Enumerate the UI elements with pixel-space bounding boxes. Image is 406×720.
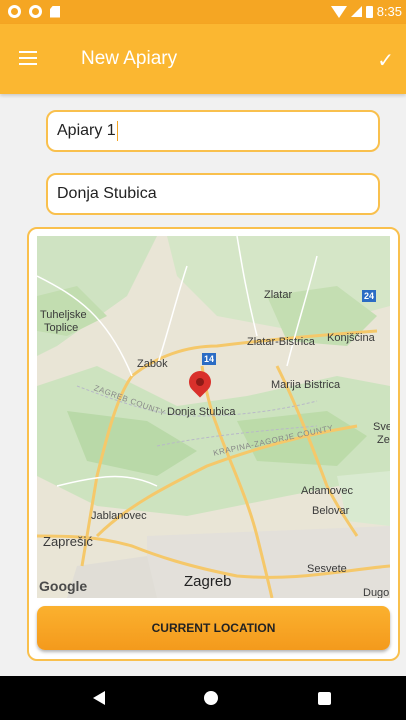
map-label-donja-stubica: Donja Stubica bbox=[167, 406, 236, 418]
map-label-zlatar-bistrica: Zlatar-Bistrica bbox=[247, 336, 315, 348]
map-label-zapresic: Zaprešić bbox=[43, 534, 93, 549]
recents-square-icon[interactable] bbox=[318, 692, 331, 705]
wifi-icon bbox=[330, 5, 347, 18]
map-label-tuheljske: Tuheljske bbox=[40, 309, 87, 321]
notification-circle-icon bbox=[29, 5, 42, 18]
map-label-dugo: Dugo bbox=[363, 587, 390, 598]
apiary-name-field[interactable]: Apiary 1 bbox=[46, 110, 380, 152]
map-label-zagreb: Zagreb bbox=[184, 573, 232, 590]
map-card: Zlatar Tuheljske Toplice Zlatar-Bistrica… bbox=[27, 227, 400, 661]
map-label-zlatar: Zlatar bbox=[264, 289, 293, 301]
map-label-konjscina: Konjščina bbox=[327, 332, 375, 344]
check-icon[interactable]: ✓ bbox=[377, 48, 394, 73]
hamburger-menu-icon[interactable] bbox=[19, 51, 37, 65]
map-label-marija-bistrica: Marija Bistrica bbox=[271, 379, 341, 391]
route-shield: 24 bbox=[362, 290, 377, 302]
map-view[interactable]: Zlatar Tuheljske Toplice Zlatar-Bistrica… bbox=[37, 236, 390, 598]
page-title: New Apiary bbox=[81, 48, 178, 69]
notification-circle-icon bbox=[8, 5, 21, 18]
current-location-button[interactable]: CURRENT LOCATION bbox=[37, 606, 390, 650]
map-label-adamovec: Adamovec bbox=[301, 485, 353, 497]
apiary-name-value: Apiary 1 bbox=[57, 122, 116, 139]
location-field[interactable]: Donja Stubica bbox=[46, 173, 380, 215]
map-label-toplice: Toplice bbox=[44, 322, 79, 334]
google-logo: Google bbox=[39, 578, 88, 594]
status-bar: 8:35 bbox=[0, 0, 406, 24]
text-cursor bbox=[116, 121, 118, 141]
sd-card-icon bbox=[50, 5, 60, 18]
map-label-belovar: Belovar bbox=[312, 505, 350, 517]
map-label-sesvete: Sesvete bbox=[307, 563, 347, 575]
highway-shield: 14 bbox=[202, 353, 217, 365]
map-label-zabok: Zabok bbox=[137, 358, 168, 370]
map-label-sve: Sve bbox=[373, 421, 390, 433]
battery-icon bbox=[365, 5, 373, 18]
map-label-ze: Ze bbox=[377, 434, 390, 446]
location-value: Donja Stubica bbox=[57, 185, 157, 202]
clock: 8:35 bbox=[376, 4, 402, 19]
signal-icon bbox=[350, 6, 362, 17]
back-triangle-icon[interactable] bbox=[93, 691, 105, 705]
home-circle-icon[interactable] bbox=[204, 691, 218, 705]
app-bar: New Apiary ✓ bbox=[0, 24, 406, 94]
map-label-jablanovec: Jablanovec bbox=[91, 510, 147, 522]
system-nav-bar bbox=[0, 676, 406, 720]
